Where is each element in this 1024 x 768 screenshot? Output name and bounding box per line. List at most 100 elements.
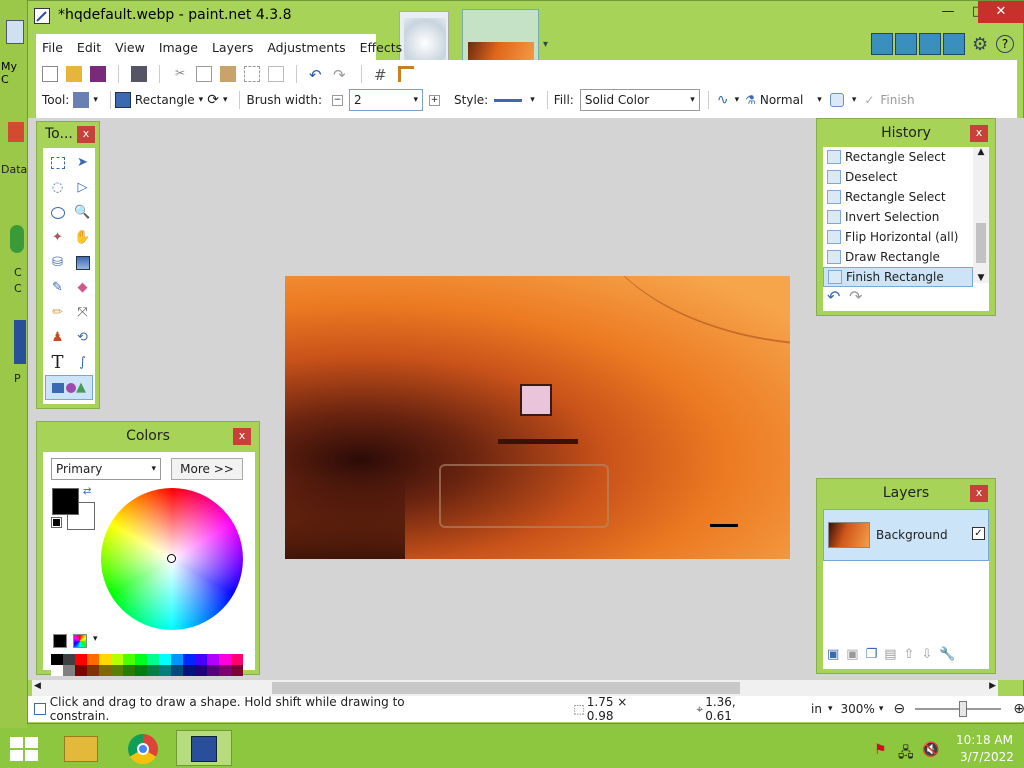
zoom-slider[interactable] <box>915 701 1002 717</box>
colors-toggle-icon[interactable] <box>943 33 965 55</box>
menu-effects[interactable]: Effects <box>360 40 403 55</box>
brush-width-increase-button[interactable]: + <box>429 94 441 106</box>
layers-toggle-icon[interactable] <box>919 33 941 55</box>
zoom-out-icon[interactable]: ⊖ <box>893 701 905 717</box>
units-select[interactable]: in <box>811 702 822 716</box>
zoom-level[interactable]: 300% <box>841 702 875 716</box>
cut-icon[interactable]: ✂ <box>172 66 188 82</box>
tool-dropdown-icon[interactable]: ▾ <box>93 95 98 105</box>
history-panel-close-button[interactable]: x <box>970 125 988 142</box>
selection-mode-icon[interactable] <box>829 93 844 107</box>
current-tool-shapes-icon[interactable] <box>73 92 90 108</box>
history-item[interactable]: Draw Rectangle <box>823 247 973 267</box>
units-dropdown-icon[interactable]: ▾ <box>828 704 833 714</box>
more-colors-button[interactable]: More >> <box>171 458 243 480</box>
zoom-in-icon[interactable]: ⊕ <box>1013 701 1024 717</box>
desktop-icon-computer[interactable] <box>6 20 24 44</box>
history-scroll-down-icon[interactable]: ▼ <box>973 273 989 283</box>
tools-panel-close-button[interactable]: x <box>77 126 95 143</box>
layers-panel-close-button[interactable]: x <box>970 485 988 502</box>
scroll-thumb[interactable] <box>272 682 740 694</box>
ruler-icon[interactable] <box>398 66 414 82</box>
chrome-taskbar-icon[interactable] <box>128 734 158 764</box>
image-canvas[interactable] <box>285 276 790 559</box>
zoom-icon[interactable]: 🔍 <box>70 200 95 225</box>
palette-dropdown-icon[interactable]: ▾ <box>93 634 98 644</box>
horizontal-scrollbar[interactable]: ◀ ▶ <box>32 680 998 696</box>
zoom-dropdown-icon[interactable]: ▾ <box>879 704 884 714</box>
grid-icon[interactable]: # <box>374 66 390 84</box>
new-file-icon[interactable] <box>42 66 58 82</box>
save-icon[interactable] <box>90 66 106 82</box>
shapes-tool-icon[interactable]: ▲ <box>45 375 93 400</box>
color-wheel[interactable] <box>101 488 243 630</box>
tools-toggle-icon[interactable] <box>871 33 893 55</box>
clone-stamp-icon[interactable]: ♟ <box>45 325 70 350</box>
history-item[interactable]: Rectangle Select <box>823 187 973 207</box>
history-redo-icon[interactable]: ↷ <box>849 287 862 306</box>
menu-adjustments[interactable]: Adjustments <box>267 40 345 55</box>
volume-muted-icon[interactable]: 🔇 <box>922 742 939 758</box>
history-item[interactable]: Deselect <box>823 167 973 187</box>
move-selection-icon[interactable]: ➤ <box>70 150 95 175</box>
add-layer-icon[interactable]: ▣ <box>827 647 839 662</box>
delete-layer-icon[interactable]: ▣ <box>846 647 858 662</box>
history-undo-icon[interactable]: ↶ <box>827 287 840 306</box>
menu-view[interactable]: View <box>115 40 145 55</box>
reset-colors-icon[interactable] <box>51 517 62 528</box>
history-scrollbar[interactable]: ▲ ▼ <box>973 147 989 283</box>
antialiasing-icon[interactable]: ∿ <box>717 92 729 108</box>
layer-properties-icon[interactable]: 🔧 <box>939 647 955 662</box>
open-folder-icon[interactable] <box>66 66 82 82</box>
history-scroll-up-icon[interactable]: ▲ <box>973 147 989 157</box>
windows-start-icon[interactable] <box>10 737 38 761</box>
desktop-icon-paint[interactable] <box>14 320 26 364</box>
selection-mode-dropdown-icon[interactable]: ▾ <box>852 95 857 105</box>
primary-color-swatch[interactable] <box>52 488 79 515</box>
gradient-icon[interactable] <box>70 250 95 275</box>
history-scroll-thumb[interactable] <box>976 223 986 263</box>
move-layer-up-icon[interactable]: ⇧ <box>904 647 915 662</box>
recolor-icon[interactable]: ⟲ <box>70 325 95 350</box>
paste-icon[interactable] <box>220 66 236 82</box>
layer-visibility-checkbox[interactable]: ✓ <box>972 527 985 540</box>
layer-row[interactable]: Background ✓ <box>823 509 989 561</box>
move-layer-down-icon[interactable]: ⇩ <box>921 647 932 662</box>
color-picker-icon[interactable]: ⤧ <box>70 300 95 325</box>
shape-dropdown-icon[interactable]: ▾ <box>199 95 204 105</box>
antialiasing-dropdown-icon[interactable]: ▾ <box>735 95 740 105</box>
shape-options-dropdown-icon[interactable]: ▾ <box>223 95 228 105</box>
add-to-palette-icon[interactable] <box>53 634 67 648</box>
text-icon[interactable]: T <box>45 350 70 375</box>
color-wheel-marker[interactable] <box>167 554 176 563</box>
rectangle-select-icon[interactable] <box>45 150 70 175</box>
undo-icon[interactable]: ↶ <box>309 66 325 84</box>
help-icon[interactable]: ? <box>996 35 1014 53</box>
palette-menu-icon[interactable] <box>73 634 87 648</box>
paintbrush-icon[interactable]: ✎ <box>45 275 70 300</box>
zoom-slider-thumb[interactable] <box>959 701 968 717</box>
history-item[interactable]: Flip Horizontal (all) <box>823 227 973 247</box>
fill-mode-select[interactable]: Solid Color ▾ <box>579 89 700 111</box>
menu-file[interactable]: File <box>42 40 63 55</box>
line-style-icon[interactable] <box>494 98 523 102</box>
scroll-left-icon[interactable]: ◀ <box>34 681 41 691</box>
desktop-icon-chrome[interactable] <box>10 225 24 253</box>
menu-edit[interactable]: Edit <box>77 40 101 55</box>
pencil-icon[interactable]: ✏ <box>45 300 70 325</box>
history-toggle-icon[interactable] <box>895 33 917 55</box>
style-dropdown-icon[interactable]: ▾ <box>530 95 535 105</box>
line-curve-icon[interactable]: ∫ <box>70 350 95 375</box>
history-item[interactable]: Invert Selection <box>823 207 973 227</box>
brush-width-input[interactable]: 2 ▾ <box>349 89 424 111</box>
menu-layers[interactable]: Layers <box>212 40 253 55</box>
merge-layer-icon[interactable]: ▤ <box>884 647 896 662</box>
magic-wand-icon[interactable]: ✦ <box>45 225 70 250</box>
blend-dropdown-icon[interactable]: ▾ <box>817 95 822 105</box>
pan-hand-icon[interactable]: ✋ <box>70 225 95 250</box>
finish-button[interactable]: Finish <box>880 93 914 107</box>
paint-bucket-icon[interactable]: ⛁ <box>45 250 70 275</box>
file-explorer-taskbar-icon[interactable] <box>64 736 98 762</box>
brush-width-decrease-button[interactable]: − <box>332 94 344 106</box>
minimize-button[interactable]: — <box>933 1 963 23</box>
